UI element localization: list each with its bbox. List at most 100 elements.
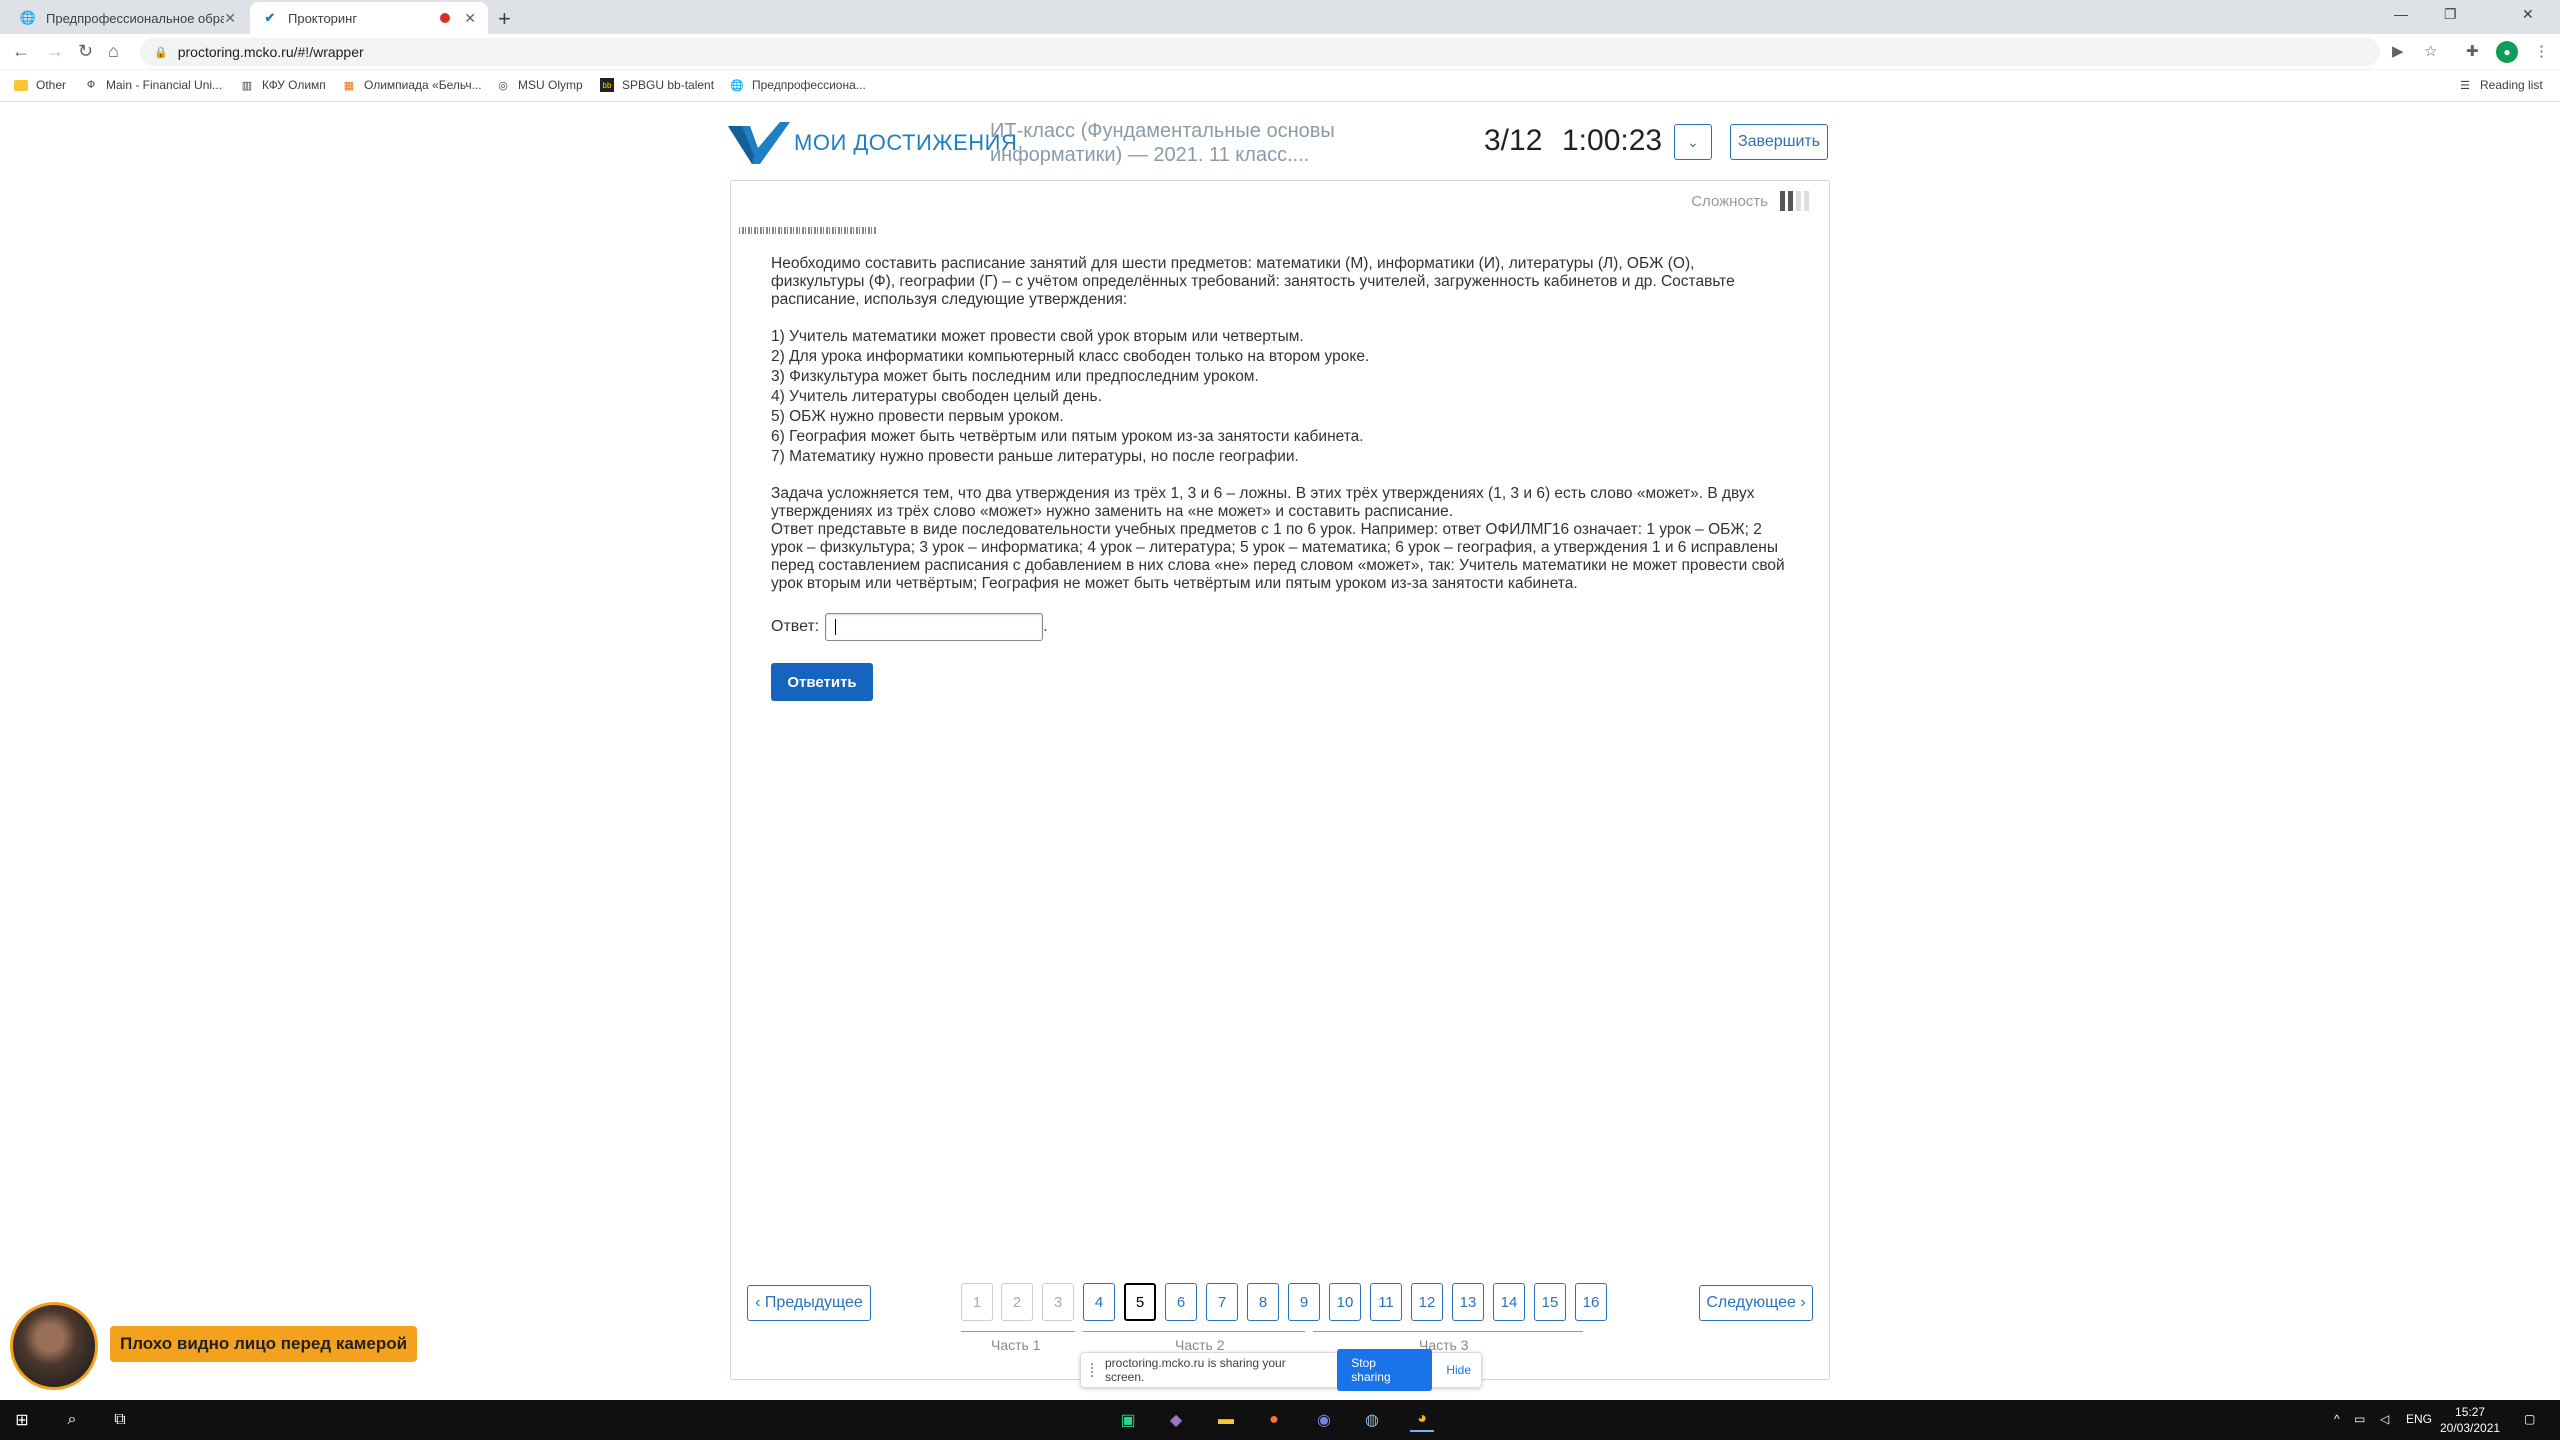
- camera-in-use-icon[interactable]: ▶: [2392, 42, 2404, 60]
- page-8[interactable]: 8: [1247, 1283, 1279, 1321]
- task-code-barcode: [739, 227, 877, 234]
- file-explorer-icon[interactable]: ▬: [1214, 1408, 1238, 1432]
- previous-button[interactable]: ‹ Предыдущее: [747, 1285, 871, 1321]
- submit-answer-button[interactable]: Ответить: [771, 663, 873, 701]
- bookmark-label: SPBGU bb-talent: [622, 78, 715, 92]
- bookmark-favicon-icon: ▦: [343, 79, 355, 92]
- bookmark-preprof[interactable]: 🌐 Предпрофессиона...: [730, 78, 866, 92]
- statement-item: 2) Для урока информатики компьютерный кл…: [771, 348, 1370, 365]
- page-11[interactable]: 11: [1370, 1283, 1402, 1321]
- close-window-icon[interactable]: ✕: [2522, 6, 2534, 23]
- statement-item: 3) Физкультура может быть последним или …: [771, 368, 1259, 385]
- reload-icon[interactable]: ↻: [78, 41, 93, 62]
- page-6[interactable]: 6: [1165, 1283, 1197, 1321]
- tab-proctoring[interactable]: ✔ Прокторинг ✕: [250, 2, 488, 34]
- site-logo[interactable]: МОИ ДОСТИЖЕНИЯ: [728, 122, 1017, 164]
- firefox-icon[interactable]: ●: [1262, 1408, 1286, 1432]
- notifications-icon[interactable]: ▢: [2524, 1412, 2535, 1426]
- clock-time: 15:27: [2455, 1405, 2486, 1419]
- page-10[interactable]: 10: [1329, 1283, 1361, 1321]
- search-icon[interactable]: ⌕: [60, 1408, 84, 1432]
- bookmark-financial[interactable]: Ф Main - Financial Uni...: [84, 78, 222, 92]
- bookmark-other[interactable]: Other: [14, 78, 66, 92]
- hide-button[interactable]: Hide: [1446, 1363, 1471, 1377]
- discord-icon[interactable]: ◉: [1312, 1408, 1336, 1432]
- part-1-label: Часть 1: [991, 1337, 1041, 1353]
- page-1[interactable]: 1: [961, 1283, 993, 1321]
- page-9[interactable]: 9: [1288, 1283, 1320, 1321]
- volume-icon[interactable]: ◁: [2380, 1412, 2389, 1426]
- pycharm-icon[interactable]: ▣: [1116, 1408, 1140, 1432]
- finish-button[interactable]: Завершить: [1730, 124, 1828, 160]
- tab-title: Прокторинг: [288, 10, 358, 26]
- windows-start-icon[interactable]: ⊞: [10, 1408, 34, 1432]
- system-clock[interactable]: 15:27 20/03/2021: [2440, 1404, 2500, 1436]
- page-12[interactable]: 12: [1411, 1283, 1443, 1321]
- page-7[interactable]: 7: [1206, 1283, 1238, 1321]
- bookmark-belch[interactable]: ▦ Олимпиада «Бельч...: [342, 78, 482, 92]
- clock-date: 20/03/2021: [2440, 1421, 2501, 1435]
- close-tab-icon[interactable]: ✕: [464, 10, 476, 27]
- page-4[interactable]: 4: [1083, 1283, 1115, 1321]
- recording-icon: [440, 13, 451, 23]
- bookmarks-bar: Other Ф Main - Financial Uni... ▥ КФУ Ол…: [0, 70, 2560, 102]
- url-text: proctoring.mcko.ru/#!/wrapper: [177, 44, 364, 60]
- menu-icon[interactable]: ⋮: [2534, 42, 2549, 60]
- bookmark-kfu[interactable]: ▥ КФУ Олимп: [240, 78, 326, 92]
- page-13[interactable]: 13: [1452, 1283, 1484, 1321]
- tab-preprof[interactable]: 🌐 Предпрофессиональное образ... ✕: [8, 2, 248, 34]
- tab-title: Предпрофессиональное образ...: [46, 10, 225, 26]
- statement-item: 6) География может быть четвёртым или пя…: [771, 428, 1364, 445]
- bookmark-spbgu[interactable]: bb SPBGU bb-talent: [600, 78, 714, 92]
- extensions-icon[interactable]: ✚: [2466, 42, 2479, 60]
- next-button[interactable]: Следующее ›: [1699, 1285, 1813, 1321]
- drag-handle-icon[interactable]: [1091, 1363, 1097, 1377]
- forward-icon[interactable]: →: [46, 41, 64, 62]
- steam-icon[interactable]: ◍: [1360, 1408, 1384, 1432]
- page-5-current[interactable]: 5: [1124, 1283, 1156, 1321]
- answer-label: Ответ:: [771, 618, 820, 635]
- close-tab-icon[interactable]: ✕: [224, 10, 236, 27]
- visual-studio-icon[interactable]: ◆: [1164, 1408, 1188, 1432]
- statement-item: 5) ОБЖ нужно провести первым уроком.: [771, 408, 1064, 425]
- globe-icon: 🌐: [730, 79, 744, 92]
- network-icon[interactable]: ▭: [2354, 1412, 2365, 1426]
- page-15[interactable]: 15: [1534, 1283, 1566, 1321]
- task-view-icon[interactable]: ⧉: [108, 1408, 132, 1432]
- statements-list: 1) Учитель математики может провести сво…: [771, 327, 1791, 467]
- task-counter: 3/12: [1484, 124, 1543, 157]
- back-icon[interactable]: ←: [12, 41, 30, 62]
- input-language[interactable]: ENG: [2406, 1412, 2432, 1426]
- minimize-icon[interactable]: —: [2394, 6, 2408, 22]
- page-16[interactable]: 16: [1575, 1283, 1607, 1321]
- bookmark-label: Main - Financial Uni...: [106, 78, 223, 92]
- profile-avatar[interactable]: ●: [2496, 41, 2518, 63]
- dropdown-button[interactable]: ⌄: [1674, 124, 1712, 160]
- new-tab-icon[interactable]: +: [498, 6, 511, 32]
- page-14[interactable]: 14: [1493, 1283, 1525, 1321]
- answer-row: Ответ: .: [771, 613, 1048, 641]
- address-bar[interactable]: 🔒 proctoring.mcko.ru/#!/wrapper: [140, 38, 2380, 66]
- home-icon[interactable]: ⌂: [108, 41, 119, 62]
- browser-toolbar: ← → ↻ ⌂ 🔒 proctoring.mcko.ru/#!/wrapper …: [0, 34, 2560, 70]
- part-divider: [1313, 1331, 1583, 1332]
- difficulty-label: Сложность: [1691, 192, 1768, 210]
- bookmark-msu[interactable]: ◎ MSU Olymp: [496, 78, 582, 92]
- bookmark-star-icon[interactable]: ☆: [2424, 42, 2437, 60]
- page-2[interactable]: 2: [1001, 1283, 1033, 1321]
- tray-arrow-icon[interactable]: ^: [2334, 1412, 2340, 1426]
- stop-sharing-button[interactable]: Stop sharing: [1337, 1349, 1433, 1391]
- reading-list[interactable]: ☰ Reading list: [2458, 78, 2543, 92]
- restore-icon[interactable]: ❐: [2444, 6, 2457, 23]
- page-3[interactable]: 3: [1042, 1283, 1074, 1321]
- statement-item: 7) Математику нужно провести раньше лите…: [771, 448, 1299, 465]
- statement-item: 1) Учитель математики может провести сво…: [771, 328, 1304, 345]
- course-title: ИТ-класс (Фундаментальные основы информа…: [990, 120, 1335, 166]
- task-format: Ответ представьте в виде последовательно…: [771, 521, 1785, 592]
- bookmark-favicon-icon: ◎: [498, 79, 508, 92]
- proctor-warning: Плохо видно лицо перед камерой: [110, 1326, 418, 1362]
- statement-item: 4) Учитель литературы свободен целый ден…: [771, 388, 1102, 405]
- bookmark-favicon-icon: ▥: [241, 79, 253, 92]
- chrome-icon[interactable]: ◕: [1410, 1408, 1434, 1432]
- answer-input[interactable]: [825, 613, 1044, 641]
